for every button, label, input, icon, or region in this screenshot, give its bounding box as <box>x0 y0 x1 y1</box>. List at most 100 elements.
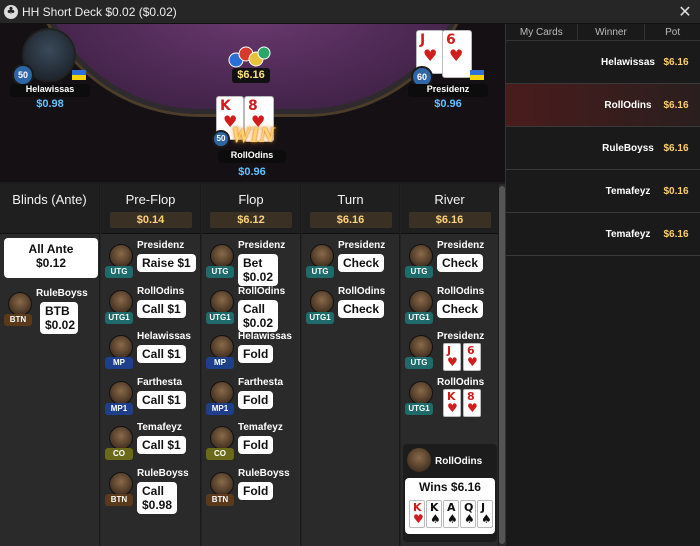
position-badge: UTG <box>405 357 433 369</box>
street-name: River <box>434 192 465 207</box>
player-name: RollOdins <box>437 285 485 297</box>
avatar <box>407 448 431 472</box>
street-pot: $6.16 <box>408 212 491 228</box>
action-row: UTG1 RollOdins Call $0.02 <box>206 286 300 332</box>
avatar <box>210 426 234 450</box>
pot-chips-icon <box>226 44 274 70</box>
street-name: Turn <box>337 192 364 207</box>
player-name: Temafeyz <box>137 422 182 433</box>
position-badge: BTN <box>206 493 234 506</box>
player-name: Helawissas <box>137 331 191 342</box>
action-bubble: Check <box>338 299 385 318</box>
avatar <box>109 289 133 314</box>
action-bubble: Check <box>437 254 484 272</box>
street-pot: $6.16 <box>309 212 392 228</box>
pot-amount: $6.16 <box>232 68 270 83</box>
action-row: UTG1 RollOdins K ♥ 8 ♥ <box>405 377 499 421</box>
position-badge: CO <box>105 448 133 460</box>
player-stack: $0.98 <box>36 98 64 110</box>
avatar <box>310 289 334 314</box>
player-name: RuleBoyss <box>137 467 189 479</box>
history-row-selected[interactable]: RollOdins $6.16 <box>506 84 700 127</box>
avatar <box>8 292 32 316</box>
street-header: Blinds (Ante) <box>0 184 99 234</box>
street-name: Pre-Flop <box>125 192 176 207</box>
avatar <box>409 244 433 268</box>
street-header: Turn $6.16 <box>302 184 399 234</box>
shown-card: 8 ♥ <box>463 388 481 417</box>
action-row: BTN RuleBoyss BTB $0.02 <box>4 288 98 334</box>
window-title: HH Short Deck $0.02 ($0.02) <box>22 5 177 19</box>
street-flop: Flop $6.12 UTG Presidenz Bet $0.02 UTG1 RollO… <box>202 184 301 546</box>
action-bubble: Check <box>338 254 385 272</box>
history-row[interactable]: Helawissas $6.16 <box>506 41 700 84</box>
ukraine-flag <box>72 70 86 80</box>
action-bubble: Raise $1 <box>137 254 196 272</box>
col-pot: Pot <box>665 27 681 38</box>
avatar <box>109 426 133 450</box>
player-name: RollOdins <box>437 376 485 388</box>
action-bubble: Call $1 <box>137 436 186 454</box>
player-name: RollOdins <box>338 285 386 297</box>
action-row: UTG1 RollOdins Check <box>405 286 499 330</box>
avatar <box>409 380 433 405</box>
hand-history-panel: My Cards Winner Pot Helawissas $6.16 Roll… <box>505 24 700 546</box>
player-name: Presidenz <box>137 240 185 251</box>
action-row: CO Temafeyz Call $1 <box>105 422 199 466</box>
history-row[interactable]: Temafeyz $0.16 <box>506 170 700 213</box>
player-name: Presidenz <box>437 240 485 251</box>
scrollbar[interactable] <box>499 184 505 546</box>
action-bubble: Fold <box>238 436 274 454</box>
player-name: Farthesta <box>137 376 183 388</box>
player-name: RuleBoyss <box>238 467 290 479</box>
street-river: River $6.16 RollOdins Wins $6.16 K ♥ K ♠ A ♠ Q ♠… <box>401 184 499 546</box>
street-name: Blinds (Ante) <box>12 192 87 207</box>
action-row: CO Temafeyz Fold <box>206 422 300 466</box>
player-name: RollOdins <box>218 150 286 163</box>
close-icon[interactable]: ✕ <box>676 2 694 22</box>
street-header: River $6.16 <box>401 184 498 234</box>
action-bubble: Fold <box>238 390 274 409</box>
player-name: Presidenz <box>238 240 286 251</box>
position-badge: UTG1 <box>105 311 133 324</box>
street-pot: $0.14 <box>109 212 192 228</box>
history-pot: $6.16 <box>663 57 689 68</box>
seat-helawissas[interactable]: 50 Helawissas $0.98 <box>10 26 90 116</box>
position-badge: MP <box>105 357 133 369</box>
winner-name: RollOdins <box>435 456 483 467</box>
position-badge: UTG1 <box>306 311 334 324</box>
win-badge: WIN <box>230 122 275 147</box>
history-pot: $6.16 <box>663 100 689 111</box>
history-pot: $6.16 <box>663 229 689 240</box>
avatar <box>210 471 234 496</box>
history-row[interactable]: Temafeyz $6.16 <box>506 213 700 256</box>
history-header: My Cards Winner Pot <box>506 24 700 41</box>
winning-card: Q ♠ <box>460 500 476 528</box>
shown-card: 6 ♥ <box>463 343 481 371</box>
ante-box: All Ante $0.12 <box>4 238 98 278</box>
action-bubble: Fold <box>238 481 274 500</box>
action-row: UTG1 RollOdins Call $1 <box>105 286 199 330</box>
winning-card: K ♠ <box>426 500 442 528</box>
history-row[interactable]: RuleBoyss $6.16 <box>506 127 700 170</box>
avatar <box>210 335 234 359</box>
street-pot: $6.12 <box>210 212 292 228</box>
player-name: Temafeyz <box>238 422 283 433</box>
avatar <box>109 380 133 405</box>
action-row: MP1 Farthesta Fold <box>206 377 300 421</box>
player-name: Farthesta <box>238 376 284 388</box>
seat-presidenz[interactable]: J ♥ 6 ♥ 60 Presidenz $0.96 <box>408 26 488 116</box>
position-badge: MP1 <box>105 402 133 415</box>
history-pot: $0.16 <box>663 186 689 197</box>
avatar <box>210 380 234 405</box>
position-badge: BTN <box>4 314 32 326</box>
action-row: UTG Presidenz Bet $0.02 <box>206 240 300 286</box>
action-row: MP Helawissas Fold <box>206 331 300 375</box>
scroll-thumb[interactable] <box>499 186 505 544</box>
position-badge: MP1 <box>206 402 234 415</box>
player-name: Presidenz <box>437 331 485 342</box>
action-row: MP1 Farthesta Call $1 <box>105 377 199 421</box>
action-bubble: BTB $0.02 <box>40 302 78 334</box>
avatar <box>210 289 234 314</box>
street-preflop: Pre-Flop $0.14 UTG Presidenz Raise $1 UTG1 Ro… <box>101 184 201 546</box>
